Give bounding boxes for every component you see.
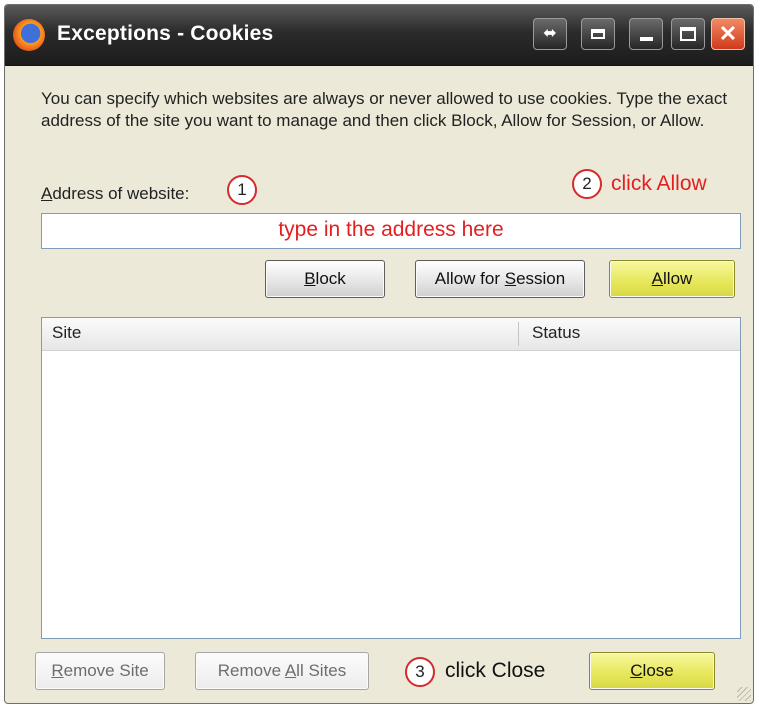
title-bar[interactable]: Exceptions - Cookies ⬌ ✕ (5, 5, 753, 66)
column-header-site[interactable]: Site (52, 318, 81, 350)
window-title: Exceptions - Cookies (57, 22, 274, 45)
close-icon: ✕ (718, 21, 738, 46)
firefox-logo-icon (13, 19, 45, 51)
popout-button[interactable] (581, 18, 615, 50)
arrows-horizontal-icon: ⬌ (543, 25, 557, 42)
exceptions-list[interactable]: Site Status (41, 317, 741, 639)
step-1-marker: 1 (227, 175, 257, 205)
step-2-annotation: click Allow (611, 172, 707, 195)
address-label: Address of website: (41, 184, 190, 203)
maximize-icon (680, 26, 696, 41)
block-button[interactable]: Block (265, 260, 385, 298)
remove-site-button[interactable]: Remove Site (35, 652, 165, 690)
step-2-marker: 2 (572, 169, 602, 199)
close-button[interactable]: Close (589, 652, 715, 690)
popout-icon (591, 28, 605, 39)
minimize-button[interactable] (629, 18, 663, 50)
allow-for-session-button[interactable]: Allow for Session (415, 260, 585, 298)
minimize-icon (639, 37, 653, 41)
maximize-button[interactable] (671, 18, 705, 50)
remove-all-sites-button[interactable]: Remove All Sites (195, 652, 369, 690)
allow-button[interactable]: Allow (609, 260, 735, 298)
column-header-status[interactable]: Status (532, 318, 580, 350)
address-annotation: type in the address here (278, 218, 504, 241)
close-window-button[interactable]: ✕ (711, 18, 745, 50)
step-3-marker: 3 (405, 657, 435, 687)
exceptions-cookies-dialog: Exceptions - Cookies ⬌ ✕ You can specify… (4, 4, 754, 704)
restore-window-button[interactable]: ⬌ (533, 18, 567, 50)
step-3-annotation: click Close (445, 659, 546, 682)
dialog-description: You can specify which websites are alway… (41, 89, 728, 130)
resize-grip[interactable] (737, 687, 751, 701)
list-header: Site Status (42, 318, 740, 351)
address-input[interactable]: type in the address here (41, 213, 741, 249)
column-divider[interactable] (518, 322, 519, 346)
